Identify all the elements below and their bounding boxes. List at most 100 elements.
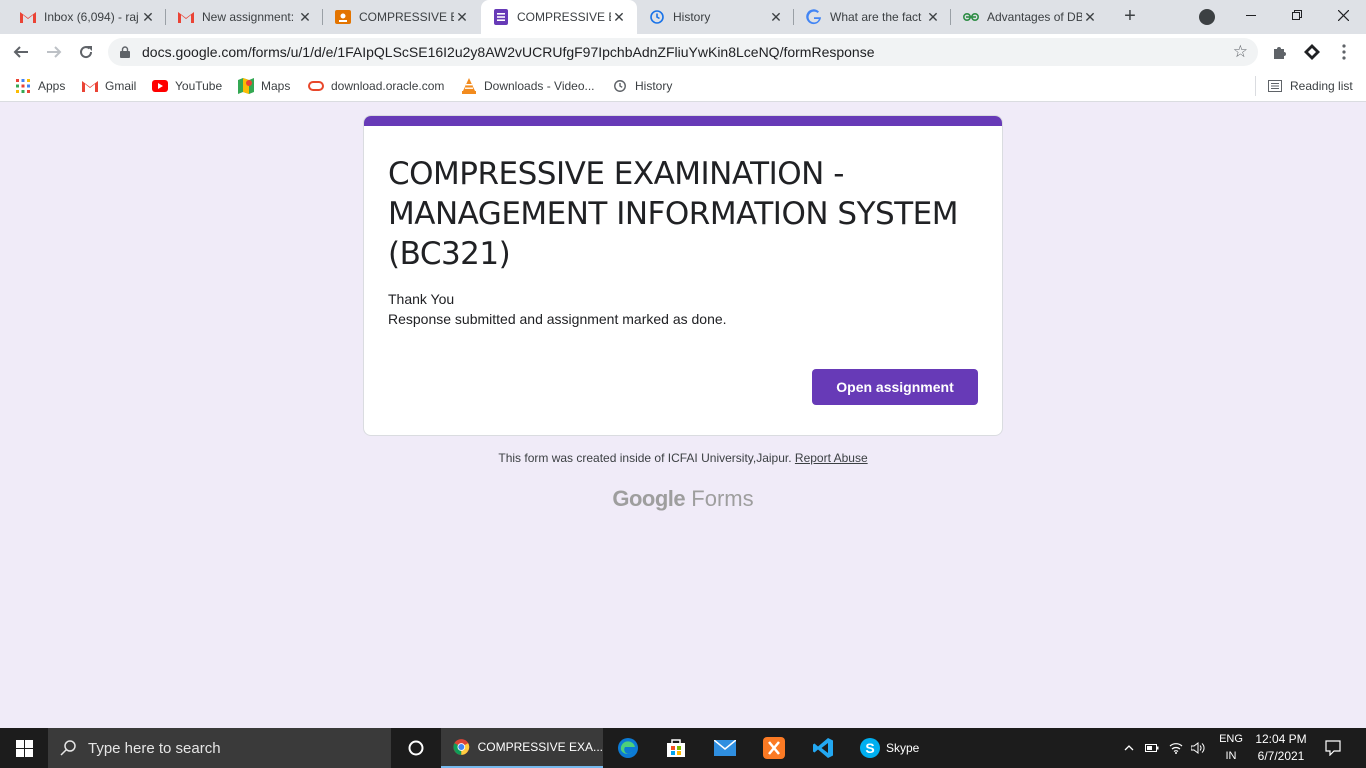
bookmark-label: Apps	[38, 79, 66, 93]
bookmark-label: download.oracle.com	[331, 79, 445, 93]
tab-history[interactable]: History ✕	[637, 0, 794, 34]
show-hidden-icons-button[interactable]	[1120, 728, 1138, 768]
tab-classroom[interactable]: COMPRESSIVE EX ✕	[323, 0, 480, 34]
skype-icon: S	[860, 738, 880, 758]
minimize-button[interactable]	[1228, 0, 1274, 30]
tab-strip: Inbox (6,094) - raj ✕ New assignment: ✕ …	[0, 0, 1366, 34]
tab-inbox[interactable]: Inbox (6,094) - raj ✕	[8, 0, 166, 34]
bookmark-maps[interactable]: Maps	[238, 77, 290, 95]
close-icon[interactable]: ✕	[454, 9, 470, 25]
tab-new-assignment[interactable]: New assignment: ✕	[166, 0, 323, 34]
maps-icon	[238, 78, 254, 94]
open-assignment-button[interactable]: Open assignment	[812, 369, 978, 405]
confirmation-message: Thank You Response submitted and assignm…	[388, 289, 727, 329]
battery-button[interactable]	[1143, 728, 1161, 768]
close-icon[interactable]: ✕	[297, 9, 313, 25]
lock-icon	[120, 46, 130, 58]
bookmarks-bar: Apps Gmail YouTube Maps download.oracle.…	[0, 70, 1366, 102]
language-code: ENG	[1219, 733, 1243, 745]
bookmark-history[interactable]: History	[612, 77, 672, 95]
speaker-icon	[1191, 742, 1205, 754]
tab-title: What are the fact	[830, 10, 922, 24]
tab-forms-active[interactable]: COMPRESSIVE EX ✕	[481, 0, 637, 34]
bookmark-oracle[interactable]: download.oracle.com	[308, 77, 444, 95]
taskbar-xampp[interactable]	[753, 728, 795, 768]
tab-google-search[interactable]: What are the fact ✕	[794, 0, 951, 34]
gmail-icon	[82, 78, 98, 94]
close-icon[interactable]: ✕	[768, 9, 784, 25]
chrome-icon	[453, 739, 470, 755]
arrow-right-icon	[47, 46, 62, 58]
reading-list-label: Reading list	[1290, 79, 1353, 93]
arrow-left-icon	[13, 46, 28, 58]
back-button[interactable]	[8, 39, 34, 65]
extensions-puzzle-icon[interactable]	[1270, 42, 1290, 62]
taskbar-skype[interactable]: S Skype	[852, 728, 924, 768]
new-tab-button[interactable]: +	[1119, 5, 1141, 27]
input-language[interactable]: ENG IN	[1212, 731, 1250, 765]
history-icon	[649, 9, 665, 25]
bookmark-gmail[interactable]: Gmail	[82, 77, 136, 95]
tab-gfg[interactable]: Advantages of DB ✕	[951, 0, 1108, 34]
oracle-icon	[308, 78, 324, 94]
reading-list-button[interactable]: Reading list	[1267, 77, 1353, 95]
taskbar-search-box[interactable]: Type here to search	[48, 728, 391, 768]
menu-kebab-icon[interactable]	[1334, 42, 1354, 62]
system-clock[interactable]: 12:04 PM 6/7/2021	[1248, 731, 1314, 765]
edge-icon	[618, 738, 638, 758]
notifications-button[interactable]	[1320, 728, 1346, 768]
tab-title: COMPRESSIVE EX	[517, 10, 611, 24]
url-text: docs.google.com/forms/u/1/d/e/1FAIpQLScS…	[142, 44, 875, 60]
taskbar-store[interactable]	[655, 728, 697, 768]
forward-button[interactable]	[41, 39, 67, 65]
close-window-button[interactable]	[1320, 0, 1366, 30]
close-icon[interactable]: ✕	[140, 9, 156, 25]
tab-title: Inbox (6,094) - raj	[44, 10, 139, 24]
bookmark-label: YouTube	[175, 79, 223, 93]
bookmark-downloads[interactable]: Downloads - Video...	[461, 77, 595, 95]
close-icon[interactable]: ✕	[925, 9, 941, 25]
footer-text: This form was created inside of ICFAI Un…	[498, 451, 792, 465]
mail-icon	[714, 740, 736, 756]
store-icon	[667, 739, 685, 757]
notification-icon	[1325, 740, 1341, 756]
close-icon[interactable]: ✕	[611, 9, 627, 25]
card-accent-bar	[364, 116, 1002, 126]
address-bar[interactable]: docs.google.com/forms/u/1/d/e/1FAIpQLScS…	[108, 38, 1258, 66]
divider	[1255, 76, 1256, 96]
taskbar-chrome-window[interactable]: COMPRESSIVE EXA...	[441, 728, 603, 768]
google-forms-icon	[493, 9, 509, 25]
cortana-icon	[408, 740, 424, 756]
gmail-icon	[20, 9, 36, 25]
wifi-button[interactable]	[1167, 728, 1185, 768]
close-icon[interactable]: ✕	[1082, 9, 1098, 25]
extension-icon[interactable]	[1302, 42, 1322, 62]
chevron-up-icon	[1124, 745, 1134, 751]
taskbar-edge[interactable]	[607, 728, 649, 768]
reload-button[interactable]	[73, 39, 99, 65]
restore-button[interactable]	[1274, 0, 1320, 30]
svg-text:S: S	[865, 740, 874, 756]
start-button[interactable]	[0, 728, 48, 768]
cortana-button[interactable]	[395, 728, 437, 768]
tab-search-icon[interactable]	[1199, 9, 1215, 25]
form-title: COMPRESSIVE EXAMINATION - MANAGEMENT INF…	[388, 156, 958, 272]
bookmark-label: History	[635, 79, 673, 93]
volume-button[interactable]	[1190, 728, 1208, 768]
tab-title: Advantages of DB	[987, 10, 1082, 24]
report-abuse-link[interactable]: Report Abuse	[795, 451, 868, 465]
google-forms-logo[interactable]: Google Forms	[363, 486, 1003, 512]
bookmark-youtube[interactable]: YouTube	[152, 77, 222, 95]
clock-date: 6/7/2021	[1257, 749, 1305, 763]
thank-you-text: Thank You	[388, 291, 455, 307]
close-icon	[1337, 9, 1349, 21]
windows-logo-icon	[15, 739, 33, 757]
windows-taskbar: Type here to search COMPRESSIVE EXA... S…	[0, 728, 1366, 768]
history-icon	[612, 78, 628, 94]
bookmark-star-icon[interactable]: ☆	[1233, 42, 1248, 62]
taskbar-app-label: COMPRESSIVE EXA...	[477, 740, 603, 754]
bookmark-label: Maps	[261, 79, 291, 93]
taskbar-mail[interactable]	[704, 728, 746, 768]
taskbar-vscode[interactable]	[802, 728, 844, 768]
bookmark-apps[interactable]: Apps	[15, 77, 65, 95]
